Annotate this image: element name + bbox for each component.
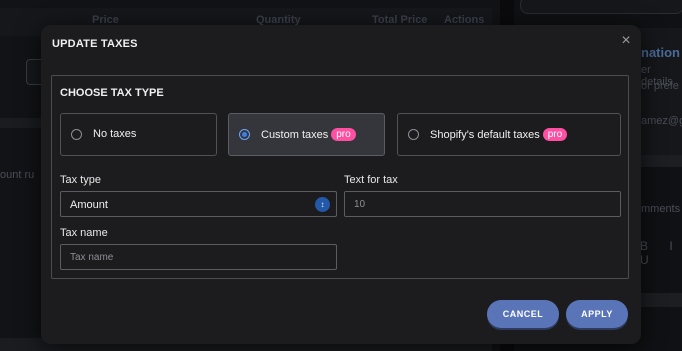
tax-name-placeholder: Tax name [70, 252, 114, 263]
option-label: No taxes [93, 128, 137, 140]
option-label: Custom taxes pro [261, 128, 356, 141]
update-taxes-modal: UPDATE TAXES × CHOOSE TAX TYPE No taxes … [41, 25, 641, 344]
text-for-tax-input[interactable]: 10 [344, 191, 621, 217]
background-discount-text: ount ru [0, 169, 35, 181]
tax-type-label: Tax type [60, 174, 101, 186]
close-icon[interactable]: × [618, 33, 634, 49]
option-label-text: Shopify's default taxes [430, 129, 540, 141]
modal-title: UPDATE TAXES [52, 38, 138, 50]
background-right-line: amez@g [641, 115, 682, 127]
pro-badge: pro [331, 128, 356, 141]
background-right-heading: nation [641, 45, 680, 60]
tax-name-input[interactable]: Tax name [60, 244, 337, 270]
option-custom-taxes[interactable]: Custom taxes pro [228, 113, 385, 156]
tax-type-value: Amount [70, 199, 108, 211]
tax-type-select[interactable]: Amount ↕ [60, 191, 337, 217]
background-right-line: mments [641, 203, 681, 215]
tax-type-panel: CHOOSE TAX TYPE No taxes Custom taxes pro… [51, 75, 629, 279]
background-editor-toolbar: B I U [640, 239, 682, 267]
pro-badge: pro [542, 128, 568, 141]
radio-checked-icon [239, 129, 250, 140]
option-label: Shopify's default taxes pro [430, 128, 568, 141]
option-no-taxes[interactable]: No taxes [60, 113, 217, 156]
apply-button[interactable]: APPLY [566, 300, 628, 328]
option-shopify-default-taxes[interactable]: Shopify's default taxes pro [397, 113, 621, 156]
cancel-button[interactable]: CANCEL [487, 300, 559, 328]
text-for-tax-placeholder: 10 [354, 199, 366, 210]
text-for-tax-label: Text for tax [344, 174, 398, 186]
background-right-line: or prefe [641, 80, 679, 92]
background-right-card-top [520, 0, 682, 14]
select-arrows-icon: ↕ [315, 197, 330, 212]
radio-icon [71, 129, 82, 140]
tax-name-label: Tax name [60, 227, 108, 239]
radio-icon [408, 129, 419, 140]
option-label-text: Custom taxes [261, 129, 329, 141]
panel-heading: CHOOSE TAX TYPE [60, 87, 164, 99]
